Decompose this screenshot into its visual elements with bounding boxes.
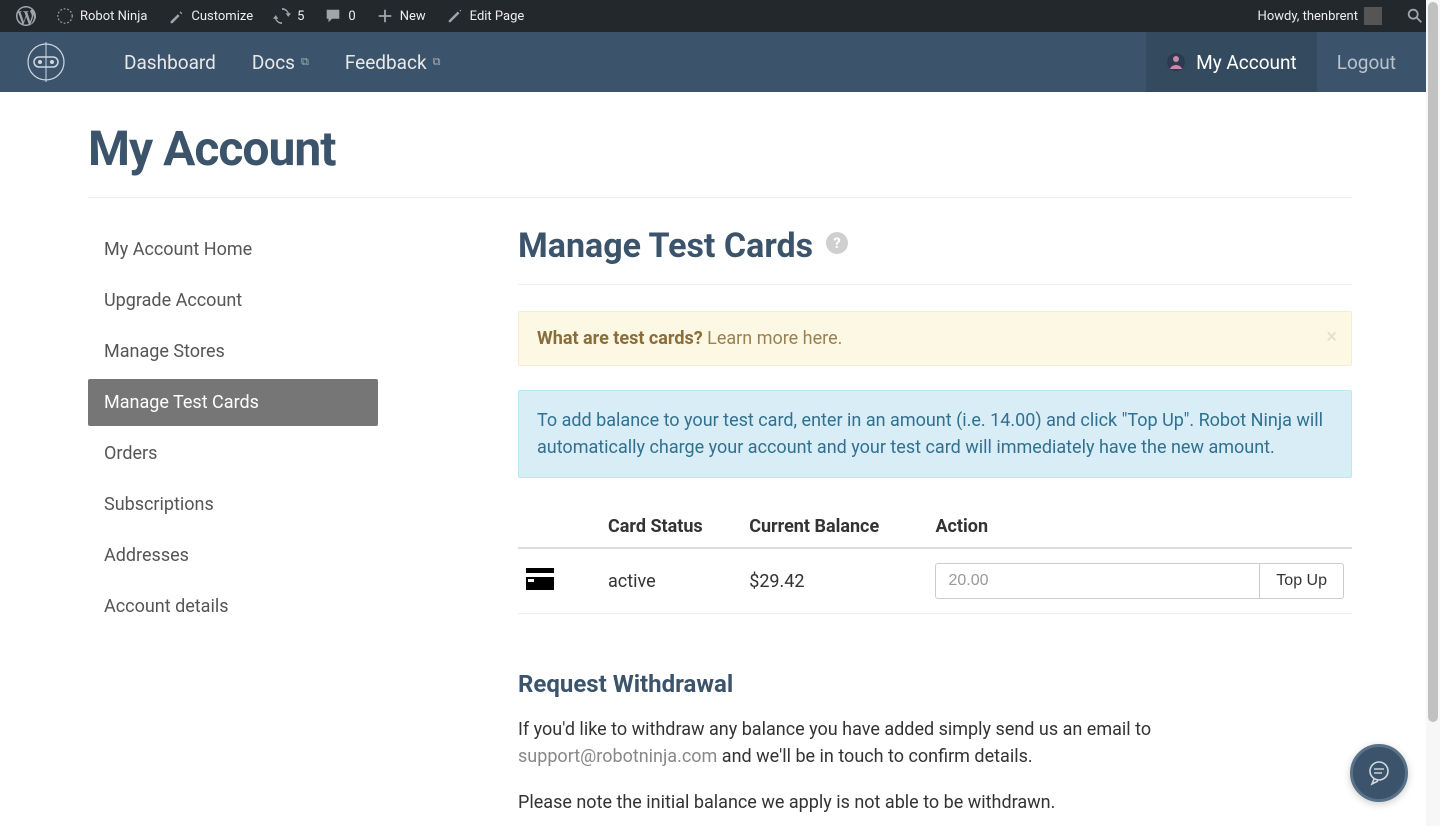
sidebar-item-account-details[interactable]: Account details: [88, 583, 518, 630]
credit-card-icon: [526, 568, 554, 590]
alert-warning: What are test cards? Learn more here. ×: [518, 311, 1352, 366]
scrollbar-thumb[interactable]: [1428, 2, 1438, 722]
support-email-link[interactable]: support@robotninja.com: [518, 746, 717, 767]
alert-strong: What are test cards?: [537, 328, 703, 349]
learn-more-link[interactable]: Learn more here.: [707, 328, 842, 349]
help-icon[interactable]: ?: [825, 231, 849, 261]
nav-logout[interactable]: Logout: [1317, 51, 1416, 74]
main-content: Manage Test Cards ? What are test cards?…: [518, 226, 1352, 813]
section-title: Manage Test Cards ?: [518, 226, 1352, 266]
site-header: Dashboard Docs⧉ Feedback⧉ My Account Log…: [0, 32, 1440, 92]
user-avatar-icon: [1166, 52, 1186, 72]
test-cards-table: Card Status Current Balance Action activ…: [518, 506, 1352, 614]
cell-status: active: [600, 548, 741, 614]
wp-admin-bar: Robot Ninja Customize 5 0 New Edit Page …: [0, 0, 1440, 32]
withdrawal-title: Request Withdrawal: [518, 670, 1352, 698]
withdrawal-text: If you'd like to withdraw any balance yo…: [518, 716, 1352, 770]
close-icon[interactable]: ×: [1326, 324, 1337, 348]
wp-new[interactable]: New: [368, 7, 434, 25]
avatar: [1364, 7, 1382, 25]
sidebar-item-subscriptions[interactable]: Subscriptions: [88, 481, 518, 528]
nav-docs[interactable]: Docs⧉: [252, 51, 309, 74]
wp-greeting[interactable]: Howdy, thenbrent: [1250, 7, 1390, 25]
topup-button[interactable]: Top Up: [1260, 563, 1344, 599]
chat-widget[interactable]: [1350, 744, 1408, 802]
sidebar-item-orders[interactable]: Orders: [88, 430, 518, 477]
wp-comments[interactable]: 0: [316, 7, 363, 25]
sidebar: My Account Home Upgrade Account Manage S…: [88, 226, 518, 813]
th-action: Action: [927, 506, 1352, 548]
nav-feedback[interactable]: Feedback⧉: [345, 51, 441, 74]
withdrawal-note: Please note the initial balance we apply…: [518, 792, 1352, 813]
nav-my-account[interactable]: My Account: [1146, 32, 1317, 92]
svg-text:?: ?: [833, 234, 840, 252]
sidebar-item-home[interactable]: My Account Home: [88, 226, 518, 273]
sidebar-item-test-cards[interactable]: Manage Test Cards: [88, 379, 378, 426]
wp-site-name: Robot Ninja: [80, 9, 147, 24]
external-link-icon: ⧉: [301, 55, 309, 69]
wp-logo[interactable]: [8, 6, 44, 26]
th-icon: [518, 506, 600, 548]
external-link-icon: ⧉: [433, 55, 441, 69]
wp-customize[interactable]: Customize: [159, 7, 261, 25]
divider: [518, 284, 1352, 285]
topup-input[interactable]: [935, 563, 1260, 599]
wp-edit[interactable]: Edit Page: [438, 7, 533, 25]
sidebar-item-stores[interactable]: Manage Stores: [88, 328, 518, 375]
sidebar-item-addresses[interactable]: Addresses: [88, 532, 518, 579]
table-row: active $29.42 Top Up: [518, 548, 1352, 614]
wp-updates[interactable]: 5: [265, 7, 312, 25]
scrollbar[interactable]: [1426, 0, 1440, 826]
th-balance: Current Balance: [741, 506, 927, 548]
nav-dashboard[interactable]: Dashboard: [124, 51, 216, 74]
logo[interactable]: [24, 40, 68, 84]
sidebar-item-upgrade[interactable]: Upgrade Account: [88, 277, 518, 324]
page-title: My Account: [88, 120, 1352, 177]
chat-icon: [1366, 760, 1392, 786]
th-status: Card Status: [600, 506, 741, 548]
cell-balance: $29.42: [741, 548, 927, 614]
divider: [88, 197, 1352, 198]
alert-info: To add balance to your test card, enter …: [518, 390, 1352, 478]
wp-site-link[interactable]: Robot Ninja: [48, 7, 155, 25]
